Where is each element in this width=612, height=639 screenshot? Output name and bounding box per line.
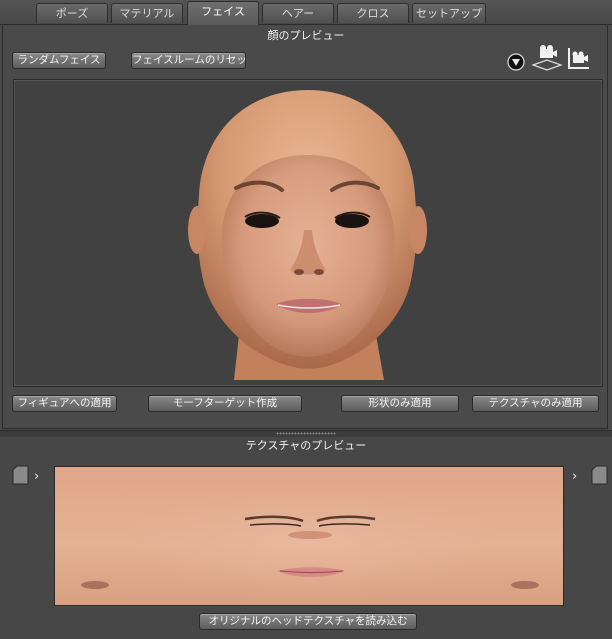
create-morph-target-button[interactable]: モーフターゲット作成 [148,395,302,412]
tab-setup[interactable]: セットアップ [412,3,486,23]
face-3d-viewport[interactable] [13,79,603,387]
apply-to-figure-button[interactable]: フィギュアへの適用 [12,395,117,412]
texture-prev-arrow-icon[interactable]: › [34,470,44,484]
tab-pose[interactable]: ポーズ [36,3,108,23]
tab-hair[interactable]: ヘアー [262,3,334,23]
apply-texture-only-button[interactable]: テクスチャのみ適用 [472,395,599,412]
tab-bar: ポーズ マテリアル フェイス ヘアー クロス セットアップ [0,0,612,25]
face-render [188,90,427,380]
camera-pan-icon[interactable] [531,44,563,72]
face-preview-title: 顔のプレビュー [267,29,345,42]
load-original-head-texture-button[interactable]: オリジナルのヘッドテクスチャを読み込む [199,613,417,630]
texture-right-handle-icon[interactable] [591,465,609,485]
tab-face[interactable]: フェイス [187,1,259,25]
texture-left-handle-icon[interactable] [12,465,30,485]
camera-rotate-icon[interactable] [567,46,591,72]
tab-material[interactable]: マテリアル [111,3,183,23]
apply-shape-only-button[interactable]: 形状のみ適用 [341,395,459,412]
texture-next-arrow-icon[interactable]: › [572,470,582,484]
splitter-grip[interactable] [276,432,336,435]
tab-cloth[interactable]: クロス [337,3,409,23]
texture-preview-title: テクスチャのプレビュー [245,439,367,452]
random-face-button[interactable]: ランダムフェイス [12,52,106,69]
face-room-reset-button[interactable]: フェイスルームのリセッ... [131,52,246,69]
light-sphere-icon[interactable] [505,51,527,73]
texture-preview-image [54,466,564,606]
